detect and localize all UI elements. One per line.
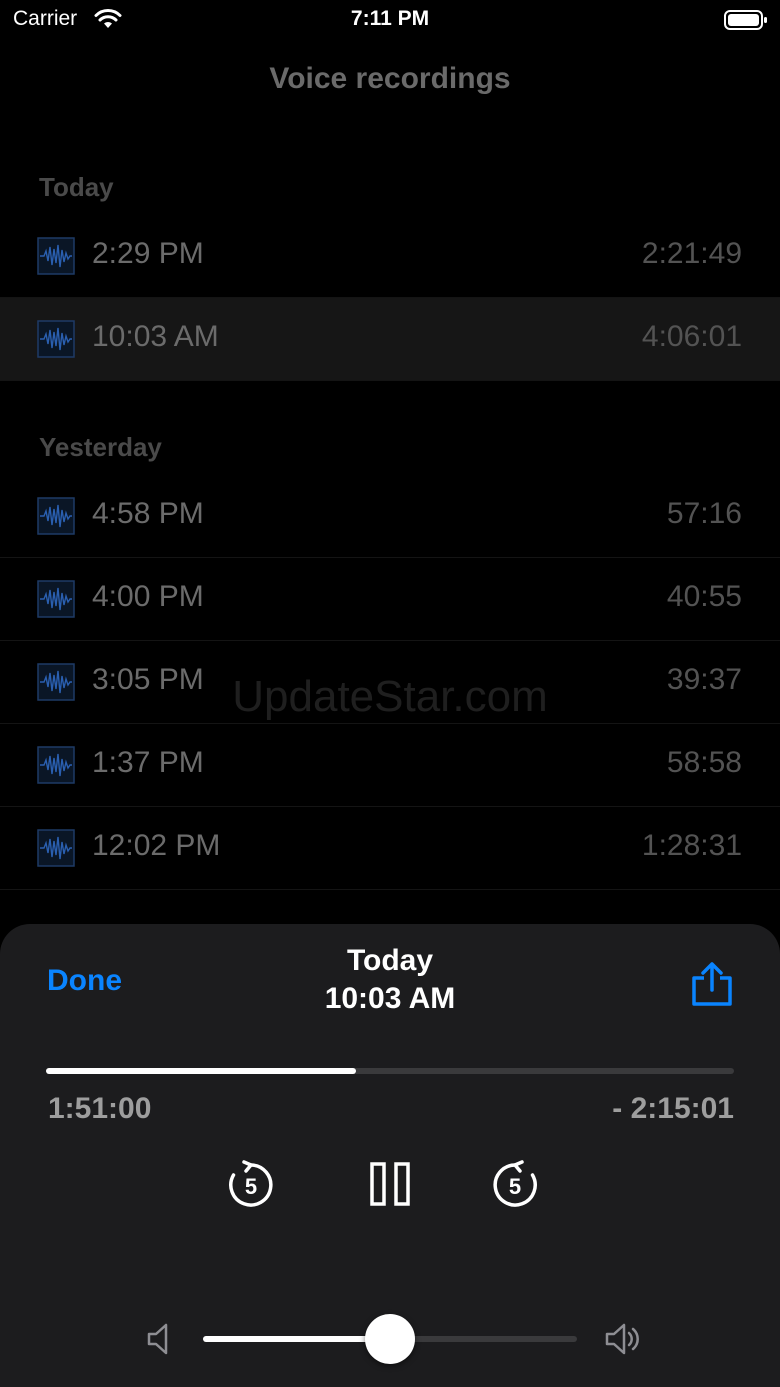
recording-time-label: 2:29 PM xyxy=(92,237,204,270)
waveform-icon xyxy=(37,237,75,275)
recording-time-label: 12:02 PM xyxy=(92,829,221,862)
waveform-icon xyxy=(37,580,75,618)
recording-time-label: 4:58 PM xyxy=(92,497,204,530)
volume-knob[interactable] xyxy=(365,1314,415,1364)
skip-back-seconds: 5 xyxy=(245,1174,257,1199)
skip-forward-seconds: 5 xyxy=(509,1174,521,1199)
waveform-icon xyxy=(37,320,75,358)
volume-slider[interactable] xyxy=(203,1314,577,1364)
recording-row[interactable]: 12:02 PM 1:28:31 xyxy=(0,807,780,890)
recording-time-label: 1:37 PM xyxy=(92,746,204,779)
pause-icon[interactable] xyxy=(366,1160,414,1208)
watermark: UpdateStar.com xyxy=(232,672,548,721)
recording-duration: 2:21:49 xyxy=(641,237,742,270)
share-icon[interactable] xyxy=(688,960,736,1008)
recording-row[interactable]: 10:03 AM 4:06:01 xyxy=(0,298,780,381)
volume-level xyxy=(203,1336,390,1342)
waveform-icon xyxy=(37,497,75,535)
recording-row[interactable]: 1:37 PM 58:58 xyxy=(0,724,780,807)
playback-scrubber[interactable] xyxy=(46,1068,734,1074)
section-header: Today xyxy=(39,172,114,202)
recording-duration: 58:58 xyxy=(666,746,742,779)
recording-row[interactable]: 2:29 PM 2:21:49 xyxy=(0,215,780,298)
waveform-icon xyxy=(37,829,75,867)
speaker-low-icon xyxy=(147,1323,168,1355)
recording-duration: 57:16 xyxy=(666,497,742,530)
recording-duration: 40:55 xyxy=(666,580,742,613)
page-title: Voice recordings xyxy=(269,62,511,95)
recording-row[interactable]: 4:00 PM 40:55 xyxy=(0,558,780,641)
skip-back-5-icon[interactable]: 5 xyxy=(226,1160,276,1210)
speaker-high-icon xyxy=(605,1323,639,1355)
recording-row[interactable]: 4:58 PM 57:16 xyxy=(0,475,780,558)
recording-duration: 1:28:31 xyxy=(641,829,742,862)
elapsed-time: 1:51:00 xyxy=(48,1092,152,1125)
section-header: Yesterday xyxy=(39,432,162,462)
player-sheet: Done Today 10:03 AM 1:51:00 - 2:15:01 5 … xyxy=(0,924,780,1387)
playback-progress xyxy=(46,1068,356,1074)
waveform-icon xyxy=(37,746,75,784)
recording-duration: 4:06:01 xyxy=(641,320,742,353)
recording-time: 10:03 AM xyxy=(324,982,456,1015)
recording-time-label: 10:03 AM xyxy=(92,320,219,353)
skip-forward-5-icon[interactable]: 5 xyxy=(490,1160,540,1210)
recording-day: Today xyxy=(346,944,434,977)
remaining-time: - 2:15:01 xyxy=(612,1092,734,1125)
recording-time-label: 4:00 PM xyxy=(92,580,204,613)
